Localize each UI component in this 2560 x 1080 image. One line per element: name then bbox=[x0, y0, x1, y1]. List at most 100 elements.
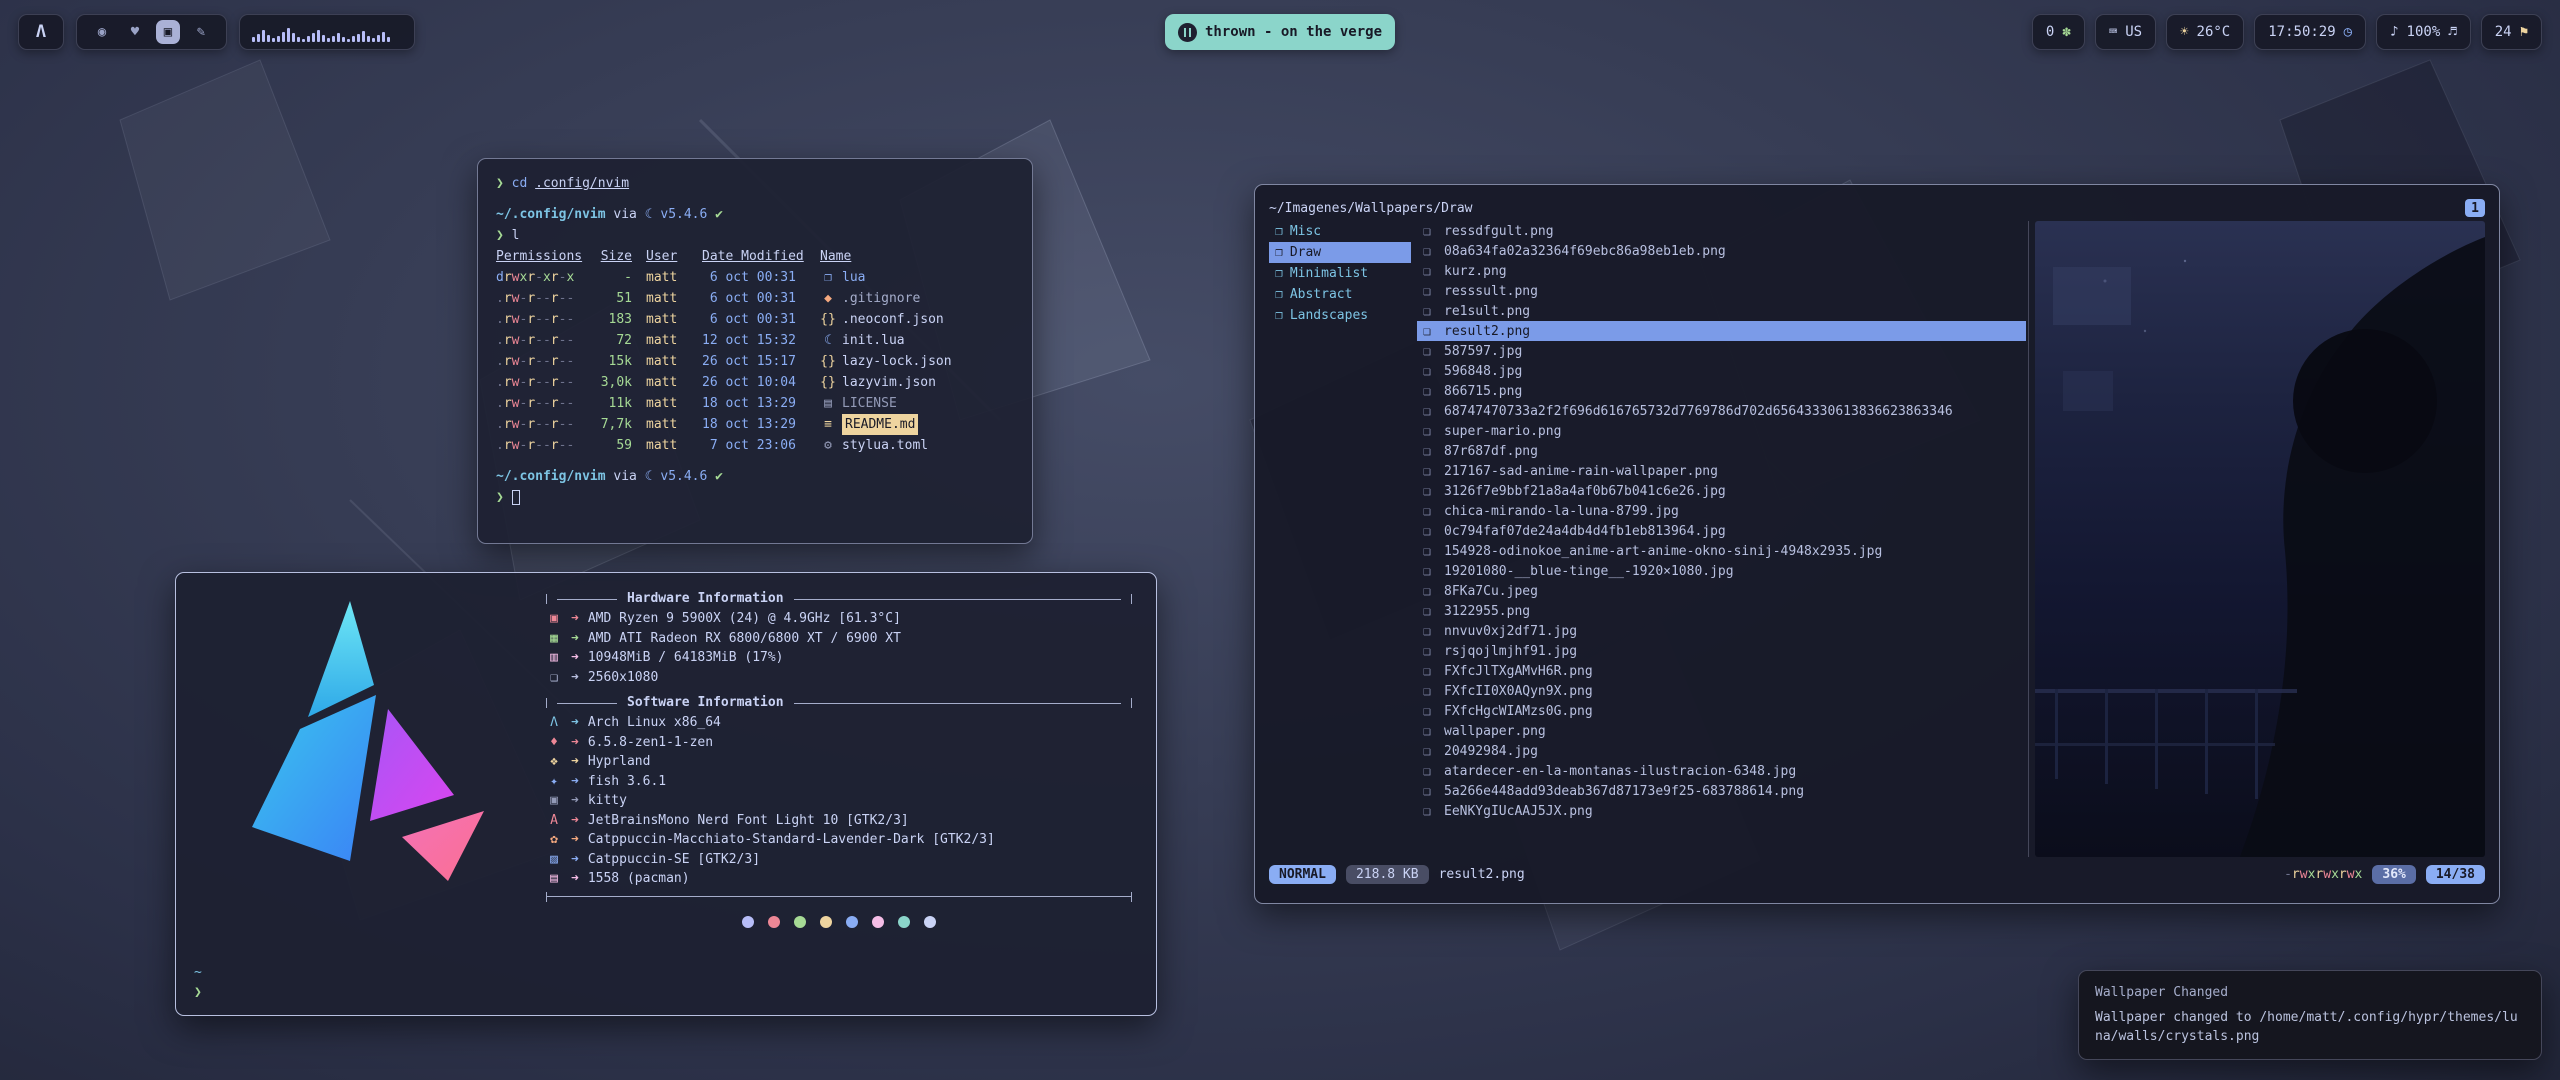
file-row[interactable]: ❏ 87r687df.png bbox=[1417, 441, 2026, 461]
media-player-widget[interactable]: thrown - on the verge bbox=[1165, 14, 1395, 50]
file-row[interactable]: ❏ 3122955.png bbox=[1417, 601, 2026, 621]
visualizer-bar bbox=[327, 38, 330, 42]
terminal-line-ls: ❯ l bbox=[496, 225, 1014, 246]
file-size: 7,7k bbox=[594, 414, 632, 435]
workspace-icon: ▣ bbox=[164, 24, 172, 40]
file-row[interactable]: ❏ 3126f7e9bbf21a8a4af0b67b041c6e26.jpg bbox=[1417, 481, 2026, 501]
file-row[interactable]: ❏ nnvuv0xj2df71.jpg bbox=[1417, 621, 2026, 641]
palette-dot bbox=[872, 916, 884, 928]
notification-popup[interactable]: Wallpaper Changed Wallpaper changed to /… bbox=[2078, 970, 2542, 1060]
ls-file-row: .rw-r--r-- 11k matt 18 oct 13:29 ▤ LICEN… bbox=[496, 393, 1014, 414]
file-name: FXfcJlTXgAMvH6R.png bbox=[1444, 664, 1593, 679]
palette-dot bbox=[820, 916, 832, 928]
file-row[interactable]: ❏ 20492984.jpg bbox=[1417, 741, 2026, 761]
file-row[interactable]: ❏ resssult.png bbox=[1417, 281, 2026, 301]
image-file-icon: ❏ bbox=[1423, 664, 1437, 679]
sidebar-folder-item[interactable]: ❐ Minimalist bbox=[1269, 263, 1411, 284]
palette-dot bbox=[742, 916, 754, 928]
notifications-widget[interactable]: 24 ⚑ bbox=[2481, 14, 2542, 50]
file-type-icon: ⚙ bbox=[820, 435, 836, 456]
workspace-item[interactable]: ▣ bbox=[156, 20, 180, 44]
file-row[interactable]: ❏ 19201080-__blue-tinge__-1920×1080.jpg bbox=[1417, 561, 2026, 581]
prompt-symbol: ❯ bbox=[496, 176, 504, 191]
ls-file-row: drwxr-xr-x - matt 6 oct 00:31 ❐ lua bbox=[496, 267, 1014, 288]
terminal-input-line[interactable]: ❯ bbox=[496, 487, 1014, 508]
file-row[interactable]: ❏ chica-mirando-la-luna-8799.jpg bbox=[1417, 501, 2026, 521]
software-icon: ♦ bbox=[546, 733, 562, 753]
visualizer-bar bbox=[282, 32, 285, 42]
fetch-software-line: ✿ ➜ Catppuccin-Macchiato-Standard-Lavend… bbox=[546, 830, 1132, 850]
audio-visualizer-widget[interactable] bbox=[239, 14, 415, 50]
file-size: 59 bbox=[594, 435, 632, 456]
file-row[interactable]: ❏ ressdfgult.png bbox=[1417, 221, 2026, 241]
file-row[interactable]: ❏ 217167-sad-anime-rain-wallpaper.png bbox=[1417, 461, 2026, 481]
file-row[interactable]: ❏ result2.png bbox=[1417, 321, 2026, 341]
fetch-software-line: Λ ➜ Arch Linux x86_64 bbox=[546, 713, 1132, 733]
prompt-symbol: ❯ bbox=[496, 228, 504, 243]
fetch-hardware-line: ▣ ➜ AMD Ryzen 9 5900X (24) @ 4.9GHz [61.… bbox=[546, 609, 1132, 629]
file-row[interactable]: ❏ EeNKYgIUcAAJ5JX.png bbox=[1417, 801, 2026, 821]
file-row[interactable]: ❏ FXfcII0X0AQyn9X.png bbox=[1417, 681, 2026, 701]
visualizer-bar bbox=[257, 34, 260, 42]
sidebar-folder-item[interactable]: ❐ Misc bbox=[1269, 221, 1411, 242]
preview-image bbox=[2035, 221, 2485, 857]
file-owner: matt bbox=[646, 435, 688, 456]
file-list: ❏ ressdfgult.png ❏ 08a634fa02a32364f69eb… bbox=[1411, 221, 2026, 857]
file-row[interactable]: ❏ 866715.png bbox=[1417, 381, 2026, 401]
app-launcher-button[interactable]: Λ bbox=[18, 14, 64, 50]
sidebar-folder-item[interactable]: ❐ Landscapes bbox=[1269, 305, 1411, 326]
file-row[interactable]: ❏ kurz.png bbox=[1417, 261, 2026, 281]
lua-moon-icon: ☾ bbox=[645, 207, 653, 222]
file-type-icon: {} bbox=[820, 309, 836, 330]
tab-badge[interactable]: 1 bbox=[2465, 199, 2485, 217]
file-row[interactable]: ❏ atardecer-en-la-montanas-ilustracion-6… bbox=[1417, 761, 2026, 781]
workspace-item[interactable]: ◉ bbox=[90, 20, 114, 44]
pause-icon bbox=[1178, 23, 1197, 42]
fetch-software-line: ♦ ➜ 6.5.8-zen1-1-zen bbox=[546, 733, 1132, 753]
weather-widget[interactable]: ☀ 26°C bbox=[2166, 14, 2244, 50]
file-row[interactable]: ❏ 8FKa7Cu.jpeg bbox=[1417, 581, 2026, 601]
file-row[interactable]: ❏ 0c794faf07de24a4db4d4fb1eb813964.jpg bbox=[1417, 521, 2026, 541]
visualizer-bar bbox=[322, 35, 325, 42]
file-row[interactable]: ❏ super-mario.png bbox=[1417, 421, 2026, 441]
file-name: result2.png bbox=[1444, 324, 1530, 339]
file-permissions: .rw-r--r-- bbox=[496, 330, 580, 351]
fetch-terminal-window[interactable]: Hardware Information ▣ ➜ AMD Ryzen 9 590… bbox=[175, 572, 1157, 1016]
keyboard-layout-widget[interactable]: ⌨ US bbox=[2095, 14, 2156, 50]
clock-widget[interactable]: 17:50:29 ◷ bbox=[2254, 14, 2366, 50]
file-row[interactable]: ❏ 5a266e448add93deab367d87173e9f25-68378… bbox=[1417, 781, 2026, 801]
fetch-value: Catppuccin-SE [GTK2/3] bbox=[588, 850, 760, 870]
software-icon: ▤ bbox=[546, 869, 562, 889]
volume-widget[interactable]: ♪ 100% ♬ bbox=[2376, 14, 2471, 50]
workspace-item[interactable]: ✎ bbox=[189, 20, 213, 44]
image-file-icon: ❏ bbox=[1423, 684, 1437, 699]
sidebar-folder-item[interactable]: ❐ Abstract bbox=[1269, 284, 1411, 305]
updates-widget[interactable]: 0 ✽ bbox=[2032, 14, 2085, 50]
file-name: FXfcHgcWIAMzs0G.png bbox=[1444, 704, 1593, 719]
lua-version: v5.4.6 bbox=[660, 207, 707, 222]
file-row[interactable]: ❏ wallpaper.png bbox=[1417, 721, 2026, 741]
file-name: stylua.toml bbox=[842, 435, 928, 456]
file-name: ressdfgult.png bbox=[1444, 224, 1554, 239]
file-row[interactable]: ❏ 587597.jpg bbox=[1417, 341, 2026, 361]
file-row[interactable]: ❏ 08a634fa02a32364f69ebc86a98eb1eb.png bbox=[1417, 241, 2026, 261]
file-owner: matt bbox=[646, 330, 688, 351]
fetch-prompt-block[interactable]: ~ ❯ bbox=[194, 963, 202, 1003]
file-row[interactable]: ❏ 68747470733a2f2f696d616765732d7769786d… bbox=[1417, 401, 2026, 421]
file-date: 12 oct 15:32 bbox=[702, 330, 806, 351]
file-row[interactable]: ❏ 154928-odinokoe_anime-art-anime-okno-s… bbox=[1417, 541, 2026, 561]
fetch-value: Arch Linux x86_64 bbox=[588, 713, 721, 733]
file-row[interactable]: ❏ rsjqojlmjhf91.jpg bbox=[1417, 641, 2026, 661]
microphone-icon: ♬ bbox=[2448, 24, 2456, 40]
file-permissions: .rw-r--r-- bbox=[496, 435, 580, 456]
workspace-item[interactable]: ♥ bbox=[123, 20, 147, 44]
image-file-icon: ❏ bbox=[1423, 644, 1437, 659]
file-manager-window[interactable]: ~/Imagenes/Wallpapers/Draw 1 ❐ Misc ❐ Dr… bbox=[1254, 184, 2500, 904]
file-row[interactable]: ❏ FXfcHgcWIAMzs0G.png bbox=[1417, 701, 2026, 721]
sidebar-folder-item[interactable]: ❐ Draw bbox=[1269, 242, 1411, 263]
file-row[interactable]: ❏ 596848.jpg bbox=[1417, 361, 2026, 381]
file-row[interactable]: ❏ FXfcJlTXgAMvH6R.png bbox=[1417, 661, 2026, 681]
file-row[interactable]: ❏ re1sult.png bbox=[1417, 301, 2026, 321]
kitty-terminal-window[interactable]: ❯ cd .config/nvim ~/.config/nvim via ☾ v… bbox=[477, 158, 1033, 544]
check-icon: ✔ bbox=[715, 469, 723, 484]
